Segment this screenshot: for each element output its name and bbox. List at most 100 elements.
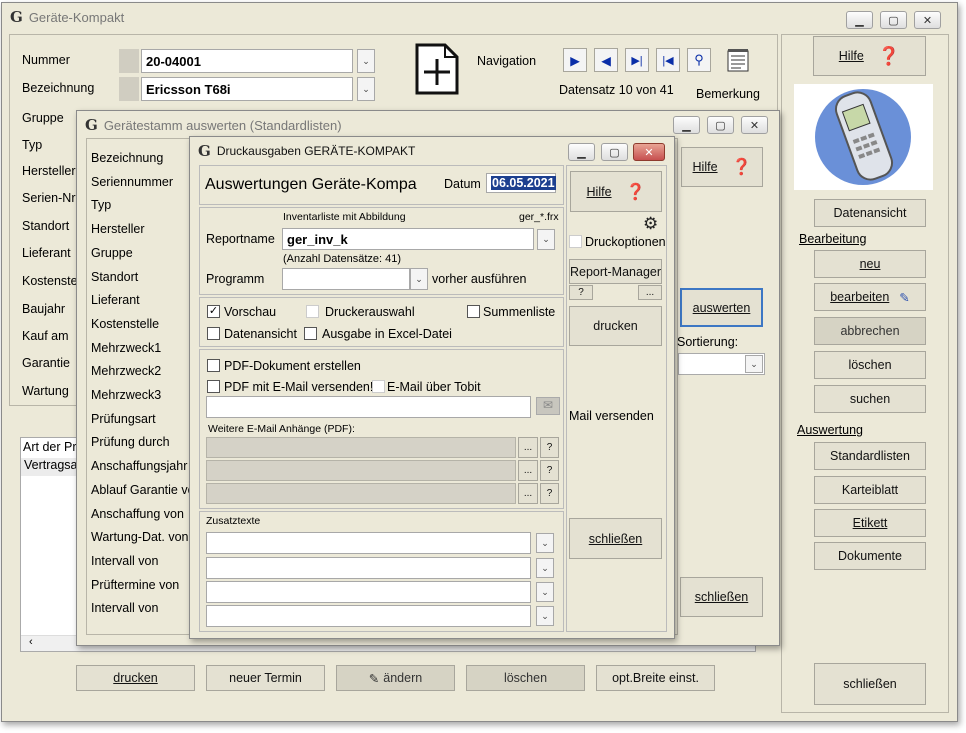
neu-button[interactable]: neu	[814, 250, 926, 278]
neuer-termin-button[interactable]: neuer Termin	[206, 665, 325, 691]
programm-dropdown[interactable]: ⌄	[410, 268, 428, 290]
nav-next-icon[interactable]: ▶	[563, 48, 587, 72]
attachment-help-button[interactable]: ?	[540, 483, 559, 504]
zusatztext-dropdown[interactable]: ⌄	[536, 582, 554, 602]
loeschen-bottom-button[interactable]: löschen	[466, 665, 585, 691]
attachment-browse-button[interactable]: ...	[518, 460, 538, 481]
attachment-help-button[interactable]: ?	[540, 437, 559, 458]
reportname-dropdown[interactable]: ⌄	[537, 229, 555, 250]
aendern-button[interactable]: ✎ ändern	[336, 665, 455, 691]
zusatztext-field[interactable]	[206, 557, 531, 579]
notes-icon[interactable]	[726, 47, 752, 73]
etikett-button[interactable]: Etikett	[814, 509, 926, 537]
zusatztext-field[interactable]	[206, 605, 531, 627]
mail-envelope-icon[interactable]: ✉	[536, 397, 560, 415]
maximize-button[interactable]: ▢	[880, 11, 907, 29]
help-notepad-icon: ❓	[877, 45, 901, 66]
zusatztext-dropdown[interactable]: ⌄	[536, 558, 554, 578]
navigation-label: Navigation	[477, 54, 537, 68]
loeschen-side-button[interactable]: löschen	[814, 351, 926, 379]
report-help-button[interactable]: ?	[569, 285, 593, 300]
zusatztext-dropdown[interactable]: ⌄	[536, 606, 554, 626]
auswertung-heading: Auswertung	[797, 423, 864, 437]
hilfe-dlg-button[interactable]: Hilfe ❓	[570, 171, 662, 212]
sortierung-label: Sortierung:	[677, 335, 739, 349]
zusatztext-dropdown[interactable]: ⌄	[536, 533, 554, 553]
gear-icon[interactable]: ⚙	[643, 214, 658, 234]
attachment-browse-button[interactable]: ...	[518, 483, 538, 504]
excel-checkbox[interactable]	[304, 327, 317, 340]
new-record-icon[interactable]	[413, 43, 461, 95]
auswerten-logo-icon: G	[85, 115, 98, 134]
attachment-browse-button[interactable]: ...	[518, 437, 538, 458]
bezeichnung-field[interactable]: Ericsson T68i	[141, 77, 353, 101]
opt-breite-button[interactable]: opt.Breite einst.	[596, 665, 715, 691]
sortierung-select[interactable]: ⌄	[678, 353, 765, 375]
drucken-button[interactable]: drucken	[76, 665, 195, 691]
dialog-close-button[interactable]: ✕	[633, 143, 665, 161]
zusatztext-field[interactable]	[206, 532, 531, 554]
attachment-field[interactable]	[206, 437, 516, 458]
vorschau-checkbox[interactable]: ✓	[207, 305, 220, 318]
druckerauswahl-checkbox[interactable]	[306, 305, 319, 318]
attachment-field[interactable]	[206, 460, 516, 481]
reportname-field[interactable]: ger_inv_k	[282, 228, 534, 250]
nav-prev-icon[interactable]: ◀	[594, 48, 618, 72]
dokumente-button[interactable]: Dokumente	[814, 542, 926, 570]
abbrechen-button[interactable]: abbrechen	[814, 317, 926, 345]
summenliste-checkbox[interactable]	[467, 305, 480, 318]
bezeichnung-dropdown[interactable]: ⌄	[357, 77, 375, 101]
dialog-minimize-button[interactable]: ▁	[568, 143, 595, 161]
auswerten-field-label: Prüfung durch	[91, 435, 170, 450]
nav-last-icon[interactable]: ▶|	[625, 48, 649, 72]
auswerten-label: auswerten	[692, 300, 751, 315]
close-icon[interactable]: ✕	[914, 11, 941, 29]
binoculars-icon[interactable]: ⚲	[687, 48, 711, 72]
auswerten-close-icon[interactable]: ✕	[741, 116, 768, 134]
druckoptionen-checkbox[interactable]	[569, 235, 582, 248]
datenansicht-checkbox[interactable]	[207, 327, 220, 340]
dialog-maximize-button[interactable]: ▢	[601, 143, 628, 161]
auswerten-minimize-button[interactable]: ▁	[673, 116, 700, 134]
hilfe-side-button[interactable]: Hilfe ❓	[813, 36, 926, 76]
pdf-erstellen-checkbox[interactable]	[207, 359, 220, 372]
datenansicht-side-button[interactable]: Datenansicht	[814, 199, 926, 227]
nummer-field[interactable]: 20-04001	[141, 49, 353, 73]
zusatztext-field[interactable]	[206, 581, 531, 603]
auswerten-field-label: Mehrzweck1	[91, 340, 162, 355]
standardlisten-button[interactable]: Standardlisten	[814, 442, 926, 470]
auswerten-maximize-button[interactable]: ▢	[707, 116, 734, 134]
report-more-button[interactable]: ...	[638, 285, 662, 300]
datum-field[interactable]: 06.05.2021	[486, 173, 556, 193]
minimize-button[interactable]: ▁	[846, 11, 873, 29]
attachment-help-button[interactable]: ?	[540, 460, 559, 481]
pdf-email-checkbox[interactable]	[207, 380, 220, 393]
auswerten-field-label: Bezeichnung	[91, 151, 164, 165]
hilfe-dlg-label: Hilfe	[586, 184, 612, 199]
karteiblatt-button[interactable]: Karteiblatt	[814, 476, 926, 504]
summenliste-label: Summenliste	[483, 305, 556, 319]
attachment-field[interactable]	[206, 483, 516, 504]
schliessen-main-button[interactable]: schließen	[814, 663, 926, 705]
list-row[interactable]: Vertragsa	[21, 458, 81, 476]
suchen-button[interactable]: suchen	[814, 385, 926, 413]
email-address-field[interactable]	[206, 396, 531, 418]
sortierung-dropdown-icon: ⌄	[745, 355, 763, 373]
schliessen-dlg-button[interactable]: schließen	[569, 518, 662, 559]
hilfe-mid-button[interactable]: Hilfe ❓	[681, 147, 763, 187]
report-manager-button[interactable]: Report-Manager	[569, 259, 662, 284]
schliessen-mid-button[interactable]: schließen	[680, 577, 763, 617]
main-titlebar: G Geräte-Kompakt	[2, 3, 957, 31]
label-kosten: Kostenste	[22, 274, 78, 288]
anzahl-datensaetze: (Anzahl Datensätze: 41)	[283, 253, 402, 265]
bearbeiten-button[interactable]: bearbeiten ✎	[814, 283, 926, 311]
tobit-checkbox[interactable]	[372, 380, 385, 393]
drucken-dlg-button[interactable]: drucken	[569, 306, 662, 346]
bearbeitung-heading: Bearbeitung	[799, 232, 867, 246]
nummer-dropdown[interactable]: ⌄	[357, 49, 375, 73]
karteiblatt-label: Karteiblatt	[841, 483, 899, 497]
neuer-termin-label: neuer Termin	[229, 671, 302, 685]
auswerten-button[interactable]: auswerten	[680, 288, 763, 327]
programm-field[interactable]	[282, 268, 410, 290]
nav-first-icon[interactable]: |◀	[656, 48, 680, 72]
